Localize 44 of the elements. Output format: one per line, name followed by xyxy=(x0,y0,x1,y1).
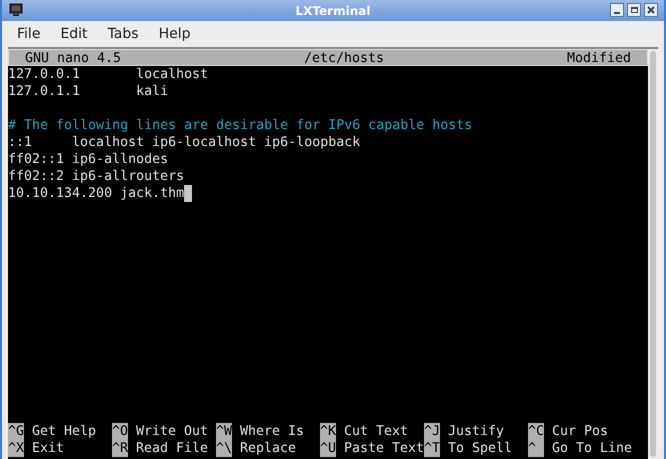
shortcut-label: To Spell xyxy=(448,440,512,457)
shortcut-label: Read File xyxy=(136,440,208,457)
status-text: GNU nano 4.5 xyxy=(25,50,122,65)
window-title: LXTerminal xyxy=(296,2,370,20)
shortcut-label: Replace xyxy=(240,440,296,457)
shortcut-key: ^W xyxy=(216,423,232,440)
text-line: ff02::1 ip6-allnodes xyxy=(8,151,168,168)
menu-item[interactable]: File xyxy=(17,24,40,44)
shortcut-key: ^U xyxy=(320,440,336,457)
shortcut-key: ^X xyxy=(8,440,24,457)
shortcut-key: ^R xyxy=(112,440,128,457)
menu-item[interactable]: Tabs xyxy=(108,24,139,44)
shortcut-key: ^G xyxy=(8,423,24,440)
close-button[interactable] xyxy=(644,3,658,17)
shortcut-label: Go To Line xyxy=(552,440,632,457)
shortcut-key: ^\ xyxy=(216,440,232,457)
status-text: Modified xyxy=(566,50,631,65)
text-line: 10.10.134.200 jack.thm xyxy=(8,185,184,202)
text-line: 127.0.0.1 localhost xyxy=(8,66,208,83)
shortcut-label: Paste Text xyxy=(344,440,424,457)
shortcut-key: ^J xyxy=(424,423,440,440)
terminal-icon xyxy=(9,3,23,17)
status-text: /etc/hosts xyxy=(304,50,384,65)
shortcut-key: ^C xyxy=(528,423,544,440)
shortcut-label: Where Is xyxy=(240,423,304,440)
shortcut-key: ^T xyxy=(424,440,440,457)
shortcut-label: Cut Text xyxy=(344,423,408,440)
text-line: 127.0.1.1 kali xyxy=(8,83,168,100)
shortcut-label: Justify xyxy=(448,423,504,440)
menu-item[interactable]: Edit xyxy=(60,24,88,44)
minimize-button[interactable] xyxy=(610,3,624,17)
shortcut-key: ^O xyxy=(112,423,128,440)
shortcut-label: Cur Pos xyxy=(552,423,608,440)
maximize-button[interactable] xyxy=(627,3,641,17)
comment-line: # The following lines are desirable for IPv6 capable hosts xyxy=(8,117,472,134)
text-line: ff02::2 ip6-allrouters xyxy=(8,168,184,185)
shortcut-label: Get Help xyxy=(32,423,96,440)
text-line: ::1 localhost ip6-localhost ip6-loopback xyxy=(8,134,360,151)
shortcut-label: Exit xyxy=(32,440,64,457)
menu-item[interactable]: Help xyxy=(158,24,190,44)
scrollbar[interactable] xyxy=(648,49,658,459)
shortcut-key: ^ xyxy=(528,440,544,457)
shortcut-key: ^K xyxy=(320,423,336,440)
shortcut-label: Write Out xyxy=(136,423,208,440)
